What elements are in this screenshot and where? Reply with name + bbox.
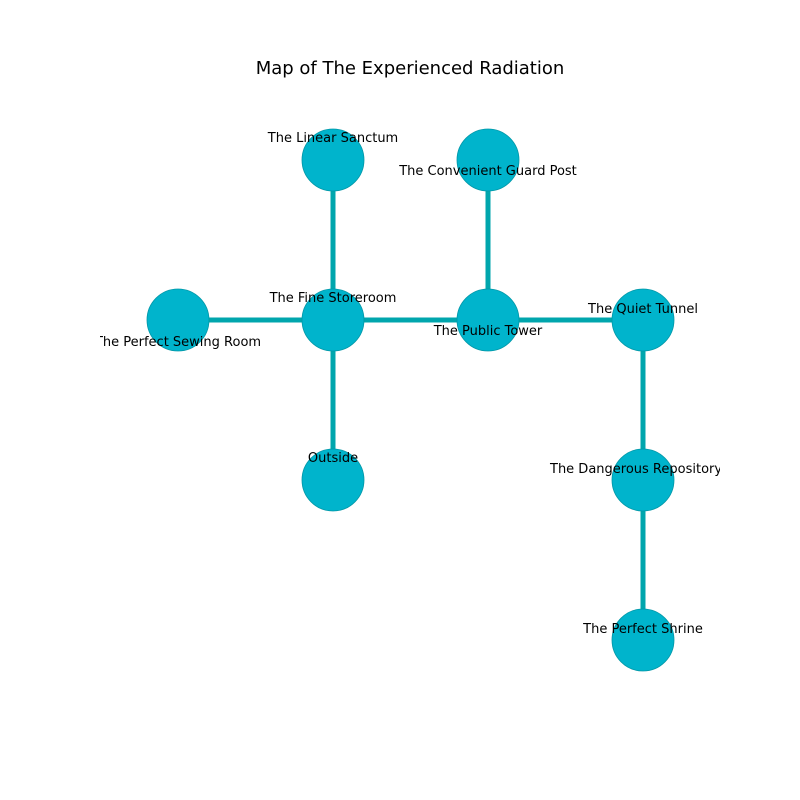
map-diagram: Map of The Experienced Radiation The Lin… [94,58,722,672]
node-label-perfect-sewing-room: The Perfect Sewing Room [94,335,261,350]
node-label-dangerous-repository: The Dangerous Repository [549,462,722,477]
node-dangerous-repository [611,448,675,512]
node-convenient-guard-post [456,128,520,192]
node-label-perfect-shrine: The Perfect Shrine [582,622,703,637]
node-label-fine-storeroom: The Fine Storeroom [269,291,397,306]
node-public-tower [456,288,520,352]
nodes-layer [146,128,675,672]
labels-layer: The Linear Sanctum The Convenient Guard P… [94,131,722,637]
edges-layer [178,160,646,640]
node-label-outside: Outside [308,451,358,466]
node-label-public-tower: The Public Tower [433,324,543,339]
node-label-linear-sanctum: The Linear Sanctum [267,131,398,146]
node-quiet-tunnel [611,288,675,352]
diagram-title: Map of The Experienced Radiation [256,58,565,79]
node-label-convenient-guard-post: The Convenient Guard Post [398,164,577,179]
node-label-quiet-tunnel: The Quiet Tunnel [587,302,698,317]
node-perfect-shrine [611,608,675,672]
